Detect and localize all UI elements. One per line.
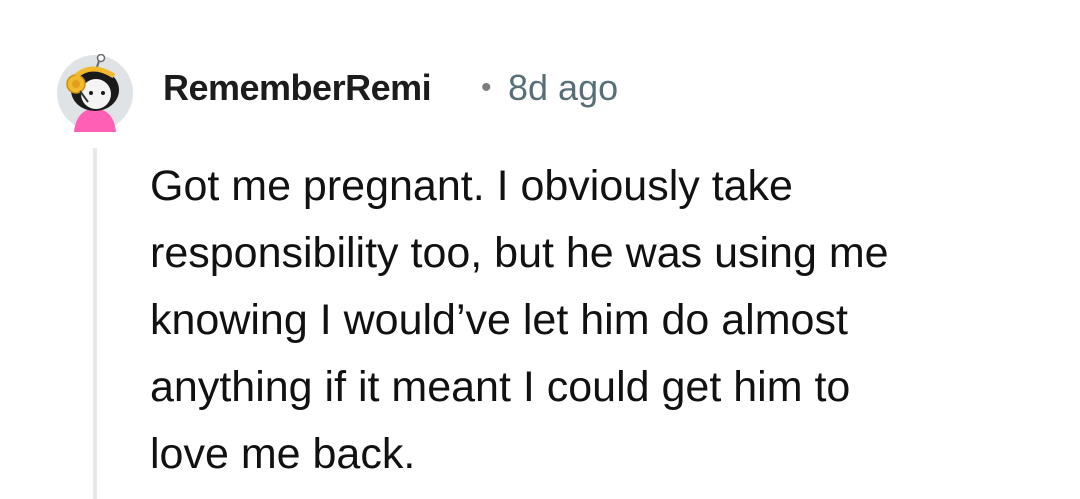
comment-timestamp: 8d ago [508,67,619,108]
thread-collapse-line[interactable] [93,148,97,499]
comment-body-line: love me back. [150,430,416,478]
comment-body: Got me pregnant. I obviously take respon… [150,153,1050,488]
comment-body-line: knowing I would’ve let him do almost [150,296,848,344]
cartoon-avatar-icon [57,53,133,132]
comment-author[interactable]: RememberRemi [163,64,432,112]
user-avatar[interactable] [56,53,134,132]
comment-body-line: anything if it meant I could get him to [150,363,851,411]
meta-separator: • [481,71,492,104]
comment-body-line: responsibility too, but he was using me [150,229,889,277]
comment-body-line: Got me pregnant. I obviously take [150,162,793,210]
comment: RememberRemi • 8d ago Got me pregnant. I… [0,0,1080,499]
